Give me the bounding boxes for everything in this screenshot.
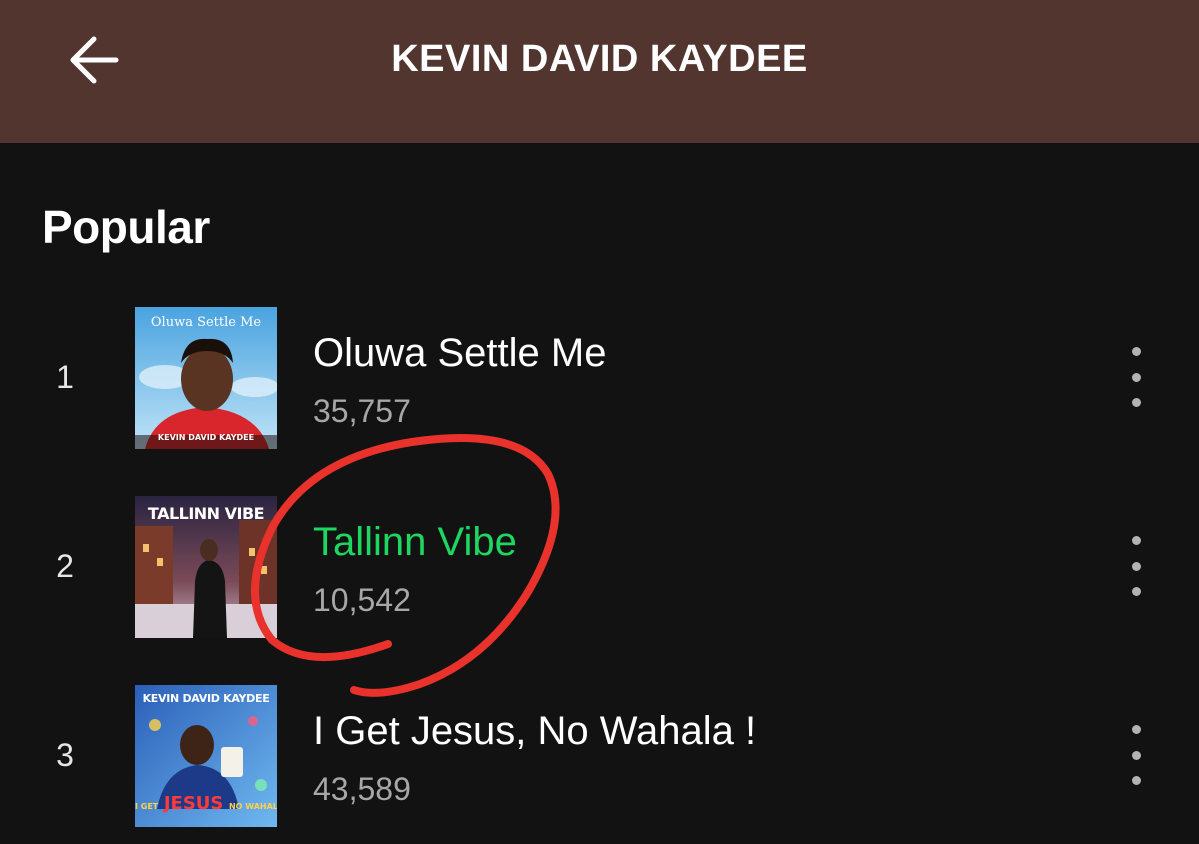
- more-vertical-icon: [1131, 587, 1141, 596]
- track-number: 1: [56, 359, 74, 395]
- top-bar: KEVIN DAVID KAYDEE: [0, 0, 1199, 143]
- cover-title-line: I GET JESUS NO WAHALA !!!: [135, 793, 277, 814]
- track-row[interactable]: 1 Oluwa Settle Me KEVIN DAVID KAYDEE Olu…: [0, 307, 1199, 449]
- album-cover[interactable]: Oluwa Settle Me KEVIN DAVID KAYDEE: [135, 307, 277, 449]
- cover-title-text: Oluwa Settle Me: [150, 315, 262, 330]
- cover-title-left: I GET: [135, 802, 159, 811]
- more-options-button[interactable]: [1116, 725, 1156, 785]
- cover-title-right: NO WAHALA !!!: [228, 802, 277, 811]
- track-title: I Get Jesus, No Wahala !: [313, 709, 757, 753]
- track-play-count: 10,542: [313, 582, 411, 618]
- more-vertical-icon: [1131, 561, 1141, 571]
- more-vertical-icon: [1131, 372, 1141, 382]
- more-vertical-icon: [1131, 776, 1141, 785]
- album-cover[interactable]: KEVIN DAVID KAYDEE I GET JESUS NO WAHALA…: [135, 685, 277, 827]
- track-number: 3: [56, 737, 74, 773]
- track-number: 2: [56, 548, 74, 584]
- more-vertical-icon: [1131, 750, 1141, 760]
- track-title-now-playing: Tallinn Vibe: [313, 520, 517, 564]
- cover-title-text: TALLINN VIBE: [147, 504, 265, 523]
- track-row[interactable]: 3 KEVIN DAVID KAYDEE I GET JESUS NO WAHA…: [0, 685, 1199, 827]
- section-title-popular: Popular: [42, 201, 210, 253]
- more-vertical-icon: [1131, 536, 1141, 545]
- more-vertical-icon: [1131, 347, 1141, 356]
- track-title: Oluwa Settle Me: [313, 331, 607, 375]
- cover-artist-text: KEVIN DAVID KAYDEE: [142, 692, 270, 705]
- track-row[interactable]: 2 TALLINN VIBE Tallinn Vibe 10,542: [0, 496, 1199, 638]
- album-cover[interactable]: TALLINN VIBE: [135, 496, 277, 638]
- artist-title: KEVIN DAVID KAYDEE: [391, 38, 808, 80]
- more-vertical-icon: [1131, 725, 1141, 734]
- more-vertical-icon: [1131, 398, 1141, 407]
- cover-artist-text: KEVIN DAVID KAYDEE: [157, 433, 255, 442]
- cover-title-main: JESUS: [163, 793, 224, 814]
- track-play-count: 43,589: [313, 771, 411, 807]
- more-options-button[interactable]: [1116, 347, 1156, 407]
- track-play-count: 35,757: [313, 393, 411, 429]
- more-options-button[interactable]: [1116, 536, 1156, 596]
